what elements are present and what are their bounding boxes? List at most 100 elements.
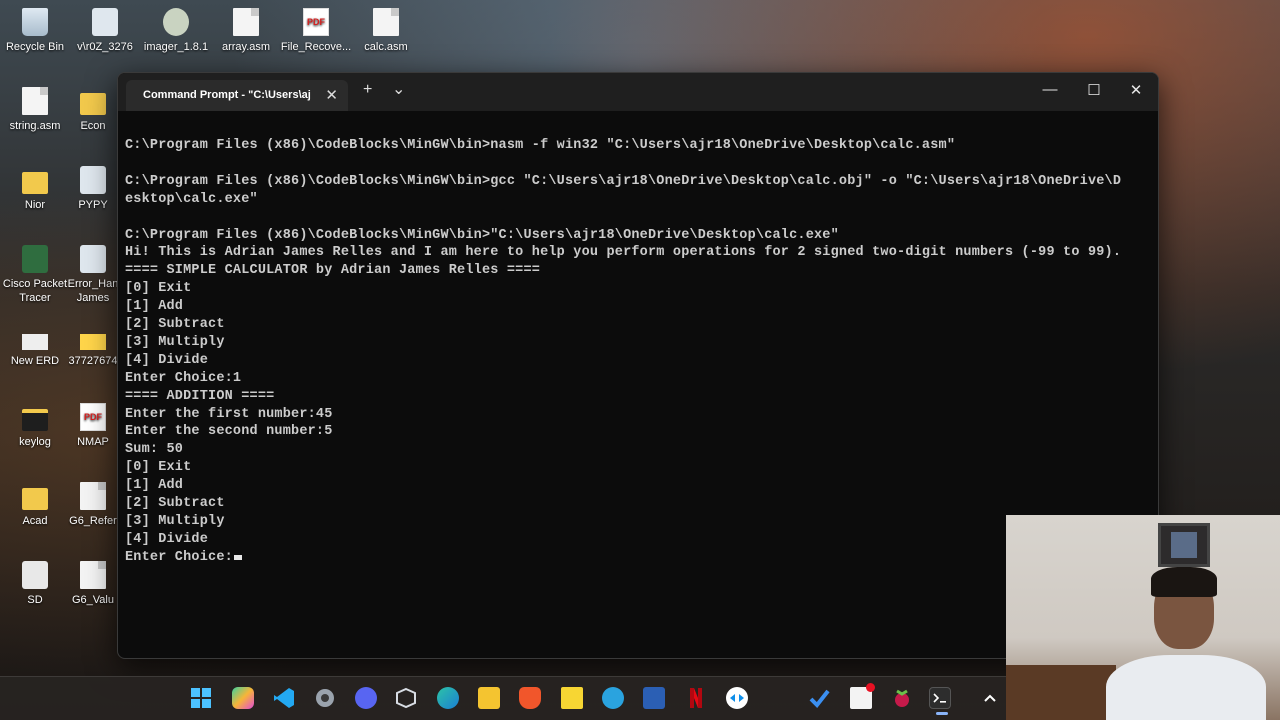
raspberry-pi-icon[interactable] — [891, 687, 913, 709]
desktop-icon-econ[interactable]: Econ — [68, 87, 118, 133]
desktop-icon-pypy[interactable]: PYPY — [68, 166, 118, 212]
recycle-bin-icon — [22, 8, 48, 36]
folder-icon — [22, 409, 48, 431]
terminal-line: ==== SIMPLE CALCULATOR by Adrian James R… — [125, 263, 541, 279]
folder-icon — [80, 93, 106, 115]
terminal-line: [0] Exit — [125, 460, 192, 476]
terminal-line: C:\Program Files (x86)\CodeBlocks\MinGW\… — [125, 173, 1122, 189]
desktop-icon-string-asm[interactable]: string.asm — [0, 87, 72, 133]
brave-icon[interactable] — [519, 687, 541, 709]
tab-dropdown-button[interactable]: ⌄ — [392, 79, 405, 99]
terminal-line: Sum: 50 — [125, 442, 184, 458]
terminal-line: Enter Choice:1 — [125, 370, 242, 386]
terminal-line: [2] Subtract — [125, 496, 225, 512]
desktop-icon-file-recovery[interactable]: PDF File_Recove... — [279, 8, 353, 54]
terminal-line: [2] Subtract — [125, 317, 225, 333]
file-explorer-icon[interactable] — [478, 687, 500, 709]
pdf-icon: PDF — [303, 8, 329, 36]
terminal-window[interactable]: Command Prompt - "C:\Users\aj ✕ + ⌄ — ☐ … — [117, 72, 1159, 659]
terminal-line: C:\Program Files (x86)\CodeBlocks\MinGW\… — [125, 227, 839, 243]
tab-command-prompt[interactable]: Command Prompt - "C:\Users\aj ✕ — [126, 80, 348, 111]
terminal-line: [0] Exit — [125, 281, 192, 297]
terminal-line: [1] Add — [125, 299, 184, 315]
desktop-icon-imager[interactable]: imager_1.8.1 — [139, 8, 213, 54]
python-file-icon — [80, 245, 106, 273]
new-tab-button[interactable]: + — [363, 81, 372, 99]
desktop-icon-recycle-bin[interactable]: Recycle Bin — [0, 8, 72, 54]
terminal-output[interactable]: C:\Program Files (x86)\CodeBlocks\MinGW\… — [118, 111, 1158, 567]
desktop-icon-array-asm[interactable]: array.asm — [209, 8, 283, 54]
image-icon — [80, 334, 106, 350]
desktop-icon-nmap[interactable]: PDF NMAP — [68, 403, 118, 449]
tab-close-icon[interactable]: ✕ — [325, 86, 338, 104]
webcam-overlay — [1006, 515, 1280, 720]
terminal-icon[interactable] — [929, 687, 951, 715]
terminal-line: C:\Program Files (x86)\CodeBlocks\MinGW\… — [125, 138, 956, 153]
person-hair — [1151, 567, 1217, 597]
desktop-icon-nior[interactable]: Nior — [0, 166, 72, 212]
word-icon[interactable] — [643, 687, 665, 709]
teamviewer-icon[interactable] — [726, 687, 748, 709]
wall-picture-frame — [1158, 523, 1210, 567]
close-window-button[interactable]: ✕ — [1116, 81, 1156, 99]
file-icon — [233, 8, 259, 36]
sticky-notes-icon[interactable] — [561, 687, 583, 709]
gear-icon — [22, 561, 48, 589]
desktop-icon-37727674[interactable]: 37727674 — [68, 324, 118, 368]
minimize-button[interactable]: — — [1030, 81, 1070, 98]
file-icon — [80, 561, 106, 589]
folder-icon — [22, 488, 48, 510]
windows-start-icon[interactable] — [190, 687, 212, 709]
telegram-icon[interactable] — [602, 687, 624, 709]
cisco-icon — [22, 245, 48, 273]
prompt-text: Enter Choice: — [125, 549, 233, 565]
desktop-icon-error-han[interactable]: Error_Han James — [68, 245, 118, 305]
notification-badge — [866, 683, 875, 692]
desktop-icon-vr0z[interactable]: v\r0Z_3276 — [68, 8, 142, 54]
file-icon — [22, 87, 48, 115]
terminal-line: [1] Add — [125, 478, 184, 494]
terminal-line: Enter the first number:45 — [125, 406, 333, 422]
desktop-icon-new-erd[interactable]: New ERD — [0, 324, 72, 368]
chevron-up-icon[interactable] — [979, 687, 1001, 709]
vscode-icon[interactable] — [273, 687, 295, 709]
todo-icon[interactable] — [808, 687, 830, 709]
desktop-icon-g6-valu[interactable]: G6_Valu — [68, 561, 118, 607]
folder-icon — [22, 172, 48, 194]
python-file-icon — [80, 166, 106, 194]
terminal-line: ==== ADDITION ==== — [125, 388, 275, 404]
discord-icon[interactable] — [355, 687, 377, 709]
desktop-icon-g6-refer[interactable]: G6_Refer — [68, 482, 118, 528]
terminal-prompt-line[interactable]: Enter Choice: — [125, 549, 1158, 567]
terminal-line: [4] Divide — [125, 352, 209, 368]
maximize-button[interactable]: ☐ — [1074, 81, 1114, 99]
virtualbox-icon[interactable] — [395, 687, 417, 709]
keyboard-icon — [22, 334, 48, 350]
desktop-icon-cisco[interactable]: Cisco Packet Tracer — [0, 245, 72, 305]
installer-icon — [163, 8, 189, 36]
title-bar[interactable]: Command Prompt - "C:\Users\aj ✕ + ⌄ — ☐ … — [118, 73, 1158, 111]
python-file-icon — [92, 8, 118, 36]
desktop-icon-calc-asm[interactable]: calc.asm — [349, 8, 423, 54]
desktop-icon-keylog[interactable]: keylog — [0, 403, 72, 449]
terminal-line: [3] Multiply — [125, 334, 225, 350]
file-icon — [80, 482, 106, 510]
terminal-line: Hi! This is Adrian James Relles and I am… — [125, 245, 1122, 261]
terminal-line: esktop\calc.exe" — [125, 191, 258, 207]
edge-icon[interactable] — [437, 687, 459, 709]
text-cursor — [233, 554, 242, 560]
copilot-icon[interactable] — [232, 687, 254, 709]
netflix-icon[interactable] — [685, 687, 707, 709]
settings-icon[interactable] — [314, 687, 336, 709]
tab-title: Command Prompt - "C:\Users\aj — [143, 89, 311, 101]
notepad-icon[interactable] — [850, 683, 875, 709]
terminal-line: [3] Multiply — [125, 514, 225, 529]
desktop-icon-sd[interactable]: SD — [0, 561, 72, 607]
person-shirt — [1106, 655, 1266, 720]
pdf-icon: PDF — [80, 403, 106, 431]
terminal-line: [4] Divide — [125, 531, 209, 547]
chair-shape — [1006, 665, 1116, 720]
desktop-icon-acad[interactable]: Acad — [0, 482, 72, 528]
